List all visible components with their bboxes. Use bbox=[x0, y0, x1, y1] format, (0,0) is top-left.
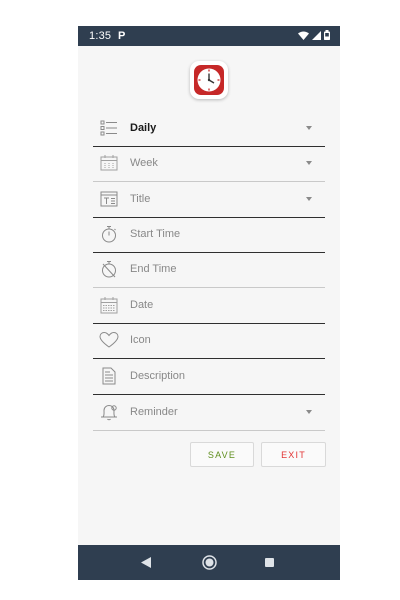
start-time-field[interactable]: Start Time bbox=[93, 217, 325, 253]
bell-icon bbox=[101, 404, 117, 421]
title-label: Title bbox=[130, 193, 151, 205]
status-p-label: P bbox=[118, 30, 126, 42]
phone-screen: 1:35 P Daily Week Title Start Time End T… bbox=[78, 26, 340, 580]
week-label: Week bbox=[130, 157, 158, 169]
home-icon[interactable] bbox=[202, 555, 217, 570]
chevron-down-icon bbox=[306, 197, 312, 201]
type-select[interactable]: Daily bbox=[93, 111, 325, 147]
date-label: Date bbox=[130, 299, 154, 311]
exit-button[interactable]: EXIT bbox=[261, 442, 326, 467]
reminder-select[interactable]: Reminder bbox=[93, 395, 325, 431]
recent-apps-icon[interactable] bbox=[265, 558, 274, 567]
heart-icon bbox=[99, 331, 119, 348]
save-button[interactable]: SAVE bbox=[190, 442, 254, 467]
calendar-icon bbox=[100, 297, 118, 314]
status-time: 1:35 bbox=[89, 30, 112, 42]
chevron-down-icon bbox=[306, 126, 312, 130]
back-icon[interactable] bbox=[141, 557, 151, 568]
battery-icon bbox=[324, 30, 330, 40]
start-time-label: Start Time bbox=[130, 228, 181, 240]
stopwatch-icon bbox=[102, 226, 116, 243]
chevron-down-icon bbox=[306, 161, 312, 165]
navigation-bar bbox=[78, 545, 340, 580]
icon-field[interactable]: Icon bbox=[93, 323, 325, 359]
signal-icon bbox=[312, 30, 321, 40]
list-icon bbox=[100, 120, 117, 136]
chevron-down-icon bbox=[306, 410, 312, 414]
end-time-field[interactable]: End Time bbox=[93, 252, 325, 288]
stopwatch-off-icon bbox=[102, 261, 116, 278]
title-select[interactable]: Title bbox=[93, 182, 325, 218]
date-field[interactable]: Date bbox=[93, 288, 325, 324]
icon-label: Icon bbox=[130, 334, 151, 346]
status-bar: 1:35 P bbox=[78, 26, 340, 46]
reminder-label: Reminder bbox=[130, 406, 178, 418]
calendar-week-icon bbox=[100, 155, 118, 171]
type-label: Daily bbox=[130, 122, 157, 134]
title-icon bbox=[100, 191, 118, 207]
app-logo bbox=[190, 61, 228, 99]
description-field[interactable]: Description bbox=[93, 359, 325, 395]
description-label: Description bbox=[130, 370, 186, 382]
week-select[interactable]: Week bbox=[93, 146, 325, 182]
end-time-label: End Time bbox=[130, 263, 177, 275]
document-icon bbox=[102, 367, 116, 385]
wifi-icon bbox=[298, 31, 309, 40]
clock-icon bbox=[194, 65, 224, 95]
status-icons bbox=[298, 30, 330, 40]
